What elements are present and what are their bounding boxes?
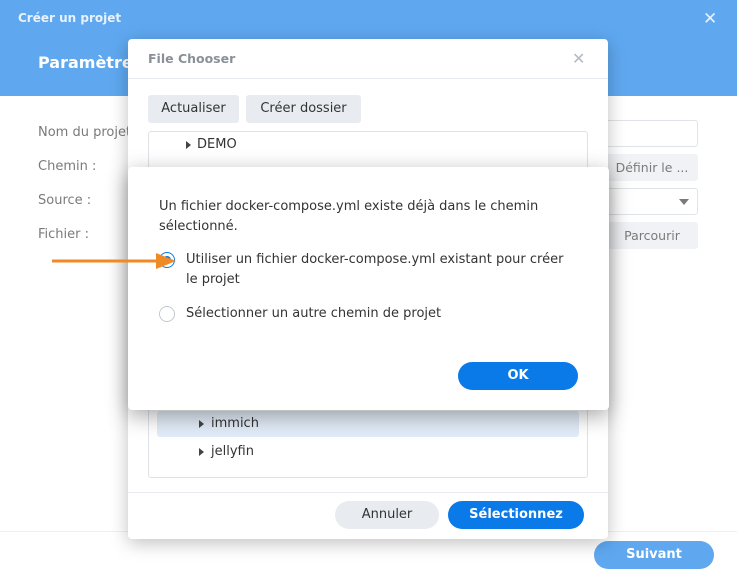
tree-item-label: DEMO [197,137,237,152]
tree-item-label: jellyfin [211,444,254,459]
existing-compose-dialog: Un fichier docker-compose.yml existe déj… [128,167,609,410]
dialog-message: Un fichier docker-compose.yml existe déj… [159,199,539,234]
cancel-button[interactable]: Annuler [335,501,439,529]
dialog-title: File Chooser [148,51,236,66]
radio-button[interactable] [159,306,175,322]
title-divider [128,78,608,79]
caret-right-icon[interactable] [199,420,204,428]
tree-item-immich[interactable]: immich [157,411,579,437]
close-icon[interactable]: ✕ [572,49,585,68]
select-button[interactable]: Sélectionnez [448,501,584,529]
tree-item-demo[interactable]: DEMO [157,132,579,158]
caret-right-icon[interactable] [186,141,191,149]
refresh-button[interactable]: Actualiser [148,95,239,123]
annotation-arrow-icon [52,253,176,269]
create-folder-button[interactable]: Créer dossier [246,95,361,123]
footer-divider [128,492,608,493]
tree-item-jellyfin[interactable]: jellyfin [157,439,579,465]
option-label: Sélectionner un autre chemin de projet [186,306,442,321]
option-label: Utiliser un fichier docker-compose.yml e… [186,252,564,287]
caret-right-icon[interactable] [199,448,204,456]
ok-button[interactable]: OK [458,362,578,390]
tree-item-label: immich [211,416,259,431]
